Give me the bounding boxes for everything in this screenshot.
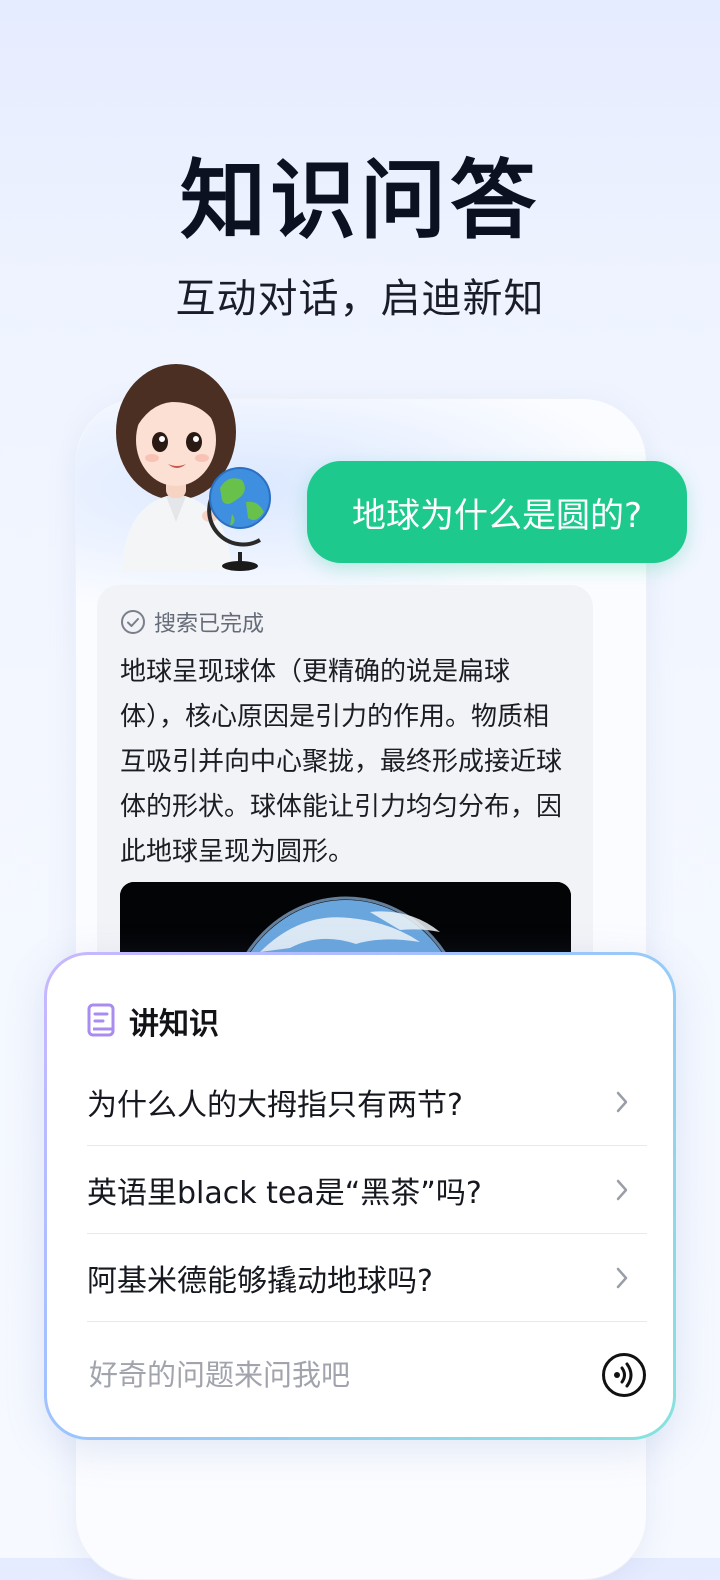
question-bubble: 地球为什么是圆的?: [307, 461, 687, 563]
book-icon: [87, 1003, 115, 1037]
voice-call-icon[interactable]: [601, 1352, 647, 1398]
ask-input[interactable]: [87, 1357, 571, 1393]
list-item-label: 阿基米德能够撬动地球吗?: [87, 1263, 433, 1299]
list-item[interactable]: 为什么人的大拇指只有两节?: [87, 1058, 647, 1146]
list-item[interactable]: 阿基米德能够撬动地球吗?: [87, 1234, 647, 1322]
panel-title: 讲知识: [129, 1007, 219, 1042]
ask-input-row: [87, 1351, 647, 1399]
search-status-label: 搜索已完成: [154, 612, 265, 637]
answer-text: 地球呈现球体（更精确的说是扁球体），核心原因是引力的作用。物质相互吸引并向中心聚…: [120, 657, 563, 867]
knowledge-panel: 讲知识 为什么人的大拇指只有两节? 英语里black tea是“黑茶”吗? 阿基…: [44, 952, 676, 1440]
teacher-avatar-illustration: [116, 364, 271, 572]
chevron-right-icon: [616, 1267, 628, 1288]
check-circle-icon: [121, 610, 145, 634]
list-item[interactable]: 英语里black tea是“黑茶”吗?: [87, 1146, 647, 1234]
chevron-right-icon: [616, 1091, 628, 1112]
list-item-label: 为什么人的大拇指只有两节?: [87, 1087, 463, 1123]
search-status: 搜索已完成: [120, 606, 264, 638]
question-list: 为什么人的大拇指只有两节? 英语里black tea是“黑茶”吗? 阿基米德能够…: [87, 1058, 647, 1322]
panel-header: 讲知识: [87, 999, 219, 1043]
hero-subtitle: 互动对话，启迪新知: [175, 276, 545, 322]
hero-title: 知识问答: [180, 151, 540, 251]
chevron-right-icon: [616, 1179, 628, 1200]
knowledge-panel-inner: 讲知识 为什么人的大拇指只有两节? 英语里black tea是“黑茶”吗? 阿基…: [47, 955, 673, 1437]
list-item-label: 英语里black tea是“黑茶”吗?: [87, 1175, 482, 1211]
